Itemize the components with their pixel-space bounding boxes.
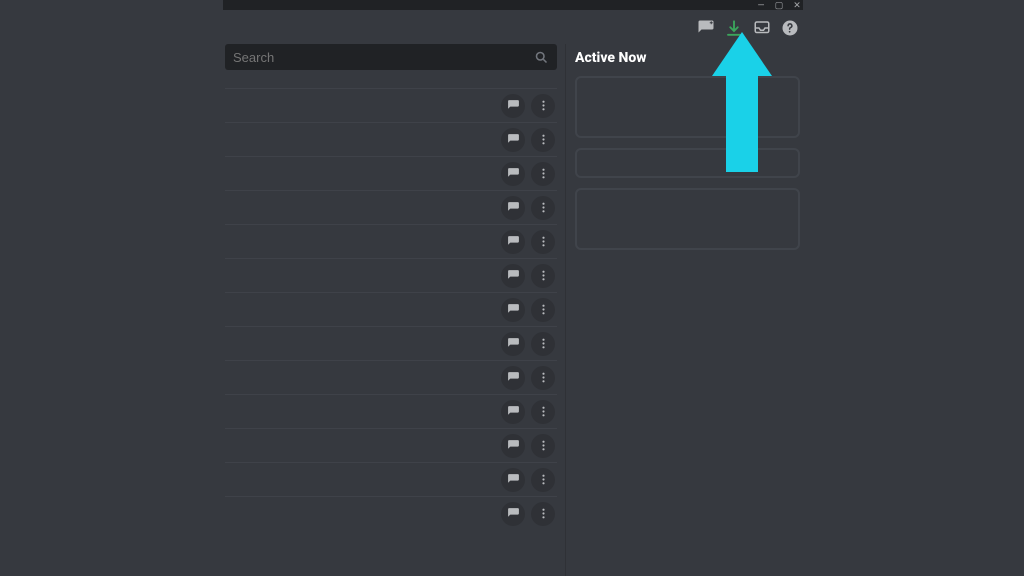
friend-row[interactable] bbox=[225, 258, 557, 292]
more-button[interactable] bbox=[531, 502, 555, 526]
more-button[interactable] bbox=[531, 434, 555, 458]
more-button[interactable] bbox=[531, 298, 555, 322]
more-button[interactable] bbox=[531, 400, 555, 424]
message-button[interactable] bbox=[501, 332, 525, 356]
active-now-card[interactable] bbox=[575, 148, 800, 178]
search-bar[interactable] bbox=[225, 44, 557, 70]
header-toolbar bbox=[697, 16, 797, 40]
message-button[interactable] bbox=[501, 502, 525, 526]
new-group-dm-icon[interactable] bbox=[697, 18, 715, 38]
active-now-title: Active Now bbox=[575, 50, 800, 66]
message-button[interactable] bbox=[501, 230, 525, 254]
active-now-panel: Active Now bbox=[575, 50, 800, 260]
message-button[interactable] bbox=[501, 298, 525, 322]
friend-row[interactable] bbox=[225, 88, 557, 122]
window-controls: — ▢ ✕ bbox=[755, 0, 803, 12]
message-button[interactable] bbox=[501, 128, 525, 152]
more-button[interactable] bbox=[531, 264, 555, 288]
help-icon[interactable] bbox=[781, 18, 799, 38]
friend-row[interactable] bbox=[225, 292, 557, 326]
more-button[interactable] bbox=[531, 230, 555, 254]
message-button[interactable] bbox=[501, 196, 525, 220]
message-button[interactable] bbox=[501, 94, 525, 118]
search-input[interactable] bbox=[233, 50, 534, 65]
window-maximize[interactable]: ▢ bbox=[773, 1, 785, 11]
download-icon[interactable] bbox=[725, 18, 743, 38]
more-button[interactable] bbox=[531, 94, 555, 118]
message-button[interactable] bbox=[501, 264, 525, 288]
message-button[interactable] bbox=[501, 468, 525, 492]
more-button[interactable] bbox=[531, 128, 555, 152]
friend-row[interactable] bbox=[225, 428, 557, 462]
friend-row[interactable] bbox=[225, 462, 557, 496]
message-button[interactable] bbox=[501, 434, 525, 458]
friends-list bbox=[225, 88, 557, 530]
friend-row[interactable] bbox=[225, 394, 557, 428]
more-button[interactable] bbox=[531, 366, 555, 390]
friend-row[interactable] bbox=[225, 224, 557, 258]
more-button[interactable] bbox=[531, 162, 555, 186]
friend-row[interactable] bbox=[225, 326, 557, 360]
friend-row[interactable] bbox=[225, 360, 557, 394]
inbox-icon[interactable] bbox=[753, 18, 771, 38]
message-button[interactable] bbox=[501, 400, 525, 424]
active-now-card[interactable] bbox=[575, 76, 800, 138]
message-button[interactable] bbox=[501, 162, 525, 186]
window-close[interactable]: ✕ bbox=[791, 1, 803, 11]
vertical-divider bbox=[565, 44, 566, 576]
friend-row[interactable] bbox=[225, 496, 557, 530]
search-icon bbox=[534, 50, 549, 65]
more-button[interactable] bbox=[531, 196, 555, 220]
window-minimize[interactable]: — bbox=[755, 1, 767, 11]
friend-row[interactable] bbox=[225, 122, 557, 156]
active-now-card[interactable] bbox=[575, 188, 800, 250]
titlebar bbox=[223, 0, 803, 10]
more-button[interactable] bbox=[531, 468, 555, 492]
more-button[interactable] bbox=[531, 332, 555, 356]
friend-row[interactable] bbox=[225, 156, 557, 190]
friend-row[interactable] bbox=[225, 190, 557, 224]
message-button[interactable] bbox=[501, 366, 525, 390]
